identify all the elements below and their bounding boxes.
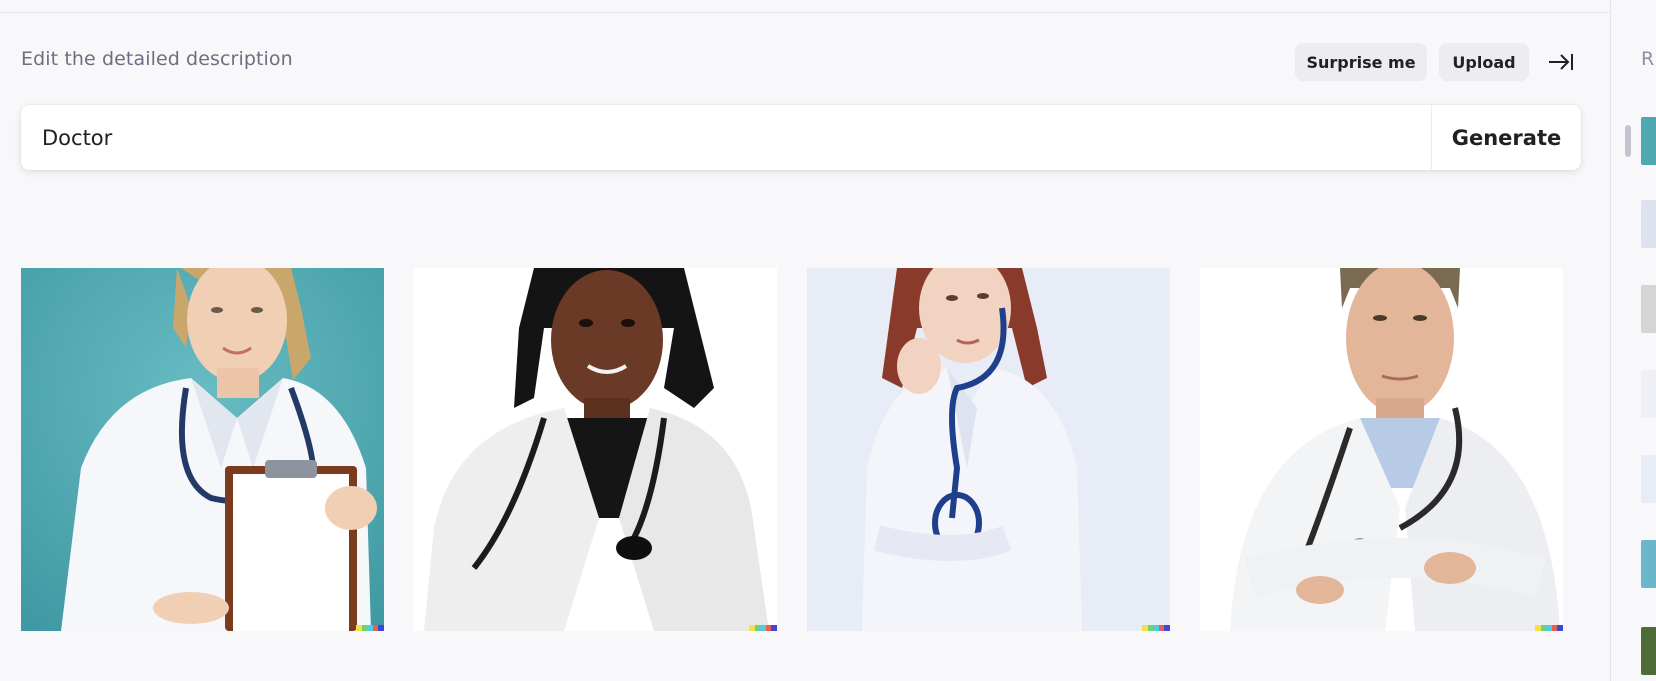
top-divider [0, 0, 1610, 13]
doctor-clipboard-image [21, 268, 384, 631]
image-signature [1535, 625, 1563, 631]
signature-swatch [378, 625, 384, 631]
prompt-input[interactable] [21, 105, 1431, 170]
results-grid [21, 268, 1581, 631]
history-header: R [1641, 48, 1655, 70]
history-sidebar: R [1610, 0, 1656, 681]
history-thumbnail[interactable] [1641, 455, 1656, 503]
history-thumbnail[interactable] [1641, 540, 1656, 588]
history-thumbnail[interactable] [1641, 370, 1656, 418]
main-area: Edit the detailed description Surprise m… [0, 0, 1610, 681]
result-image-1[interactable] [21, 268, 384, 631]
signature-swatch [771, 625, 777, 631]
history-thumbnail[interactable] [1641, 200, 1656, 248]
prompt-bar: Generate [21, 105, 1581, 170]
history-thumbnail[interactable] [1641, 117, 1656, 165]
description-label: Edit the detailed description [21, 48, 293, 70]
result-image-4[interactable] [1200, 268, 1563, 631]
image-signature [356, 625, 384, 631]
generate-button[interactable]: Generate [1432, 105, 1581, 170]
image-signature [749, 625, 777, 631]
upload-button[interactable]: Upload [1439, 43, 1529, 81]
doctor-holding-stethoscope-image [807, 268, 1170, 631]
prompt-header: Edit the detailed description Surprise m… [21, 42, 1581, 82]
doctor-stethoscope-image [414, 268, 777, 631]
result-image-3[interactable] [807, 268, 1170, 631]
collapse-to-right-icon[interactable] [1545, 46, 1577, 78]
history-thumbnail[interactable] [1641, 285, 1656, 333]
result-image-2[interactable] [414, 268, 777, 631]
signature-swatch [1164, 625, 1170, 631]
surprise-me-button[interactable]: Surprise me [1295, 43, 1427, 81]
signature-swatch [1557, 625, 1563, 631]
male-doctor-crossed-arms-image [1200, 268, 1563, 631]
image-signature [1142, 625, 1170, 631]
history-thumbnail[interactable] [1641, 627, 1656, 675]
history-scrollbar[interactable] [1625, 125, 1631, 157]
